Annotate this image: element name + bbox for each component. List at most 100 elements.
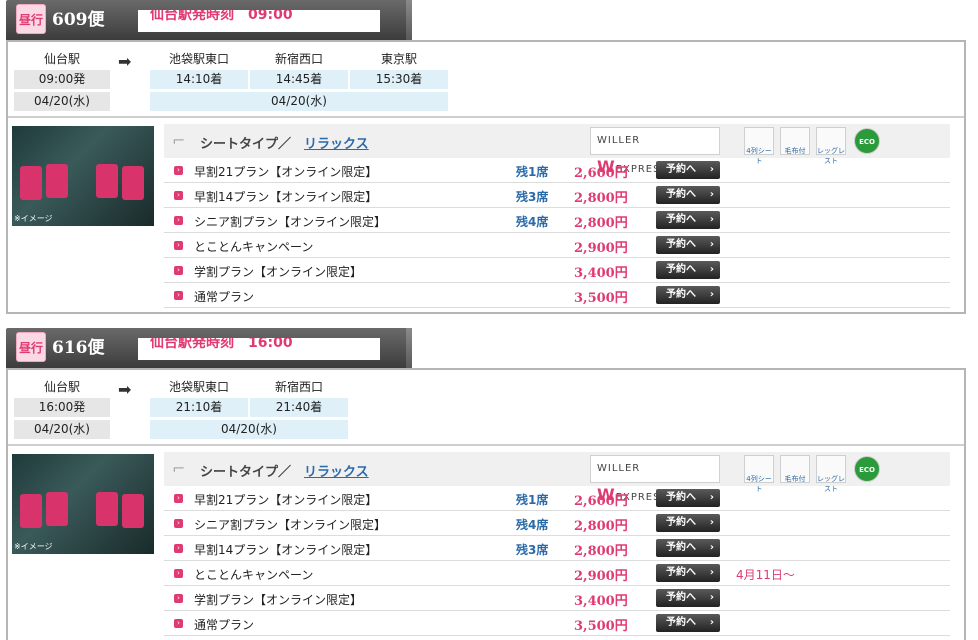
plan-name: 通常プラン bbox=[194, 618, 255, 632]
seat-type-label: シートタイプ／ bbox=[200, 137, 292, 152]
block-header: 昼行 609便 仙台駅発時刻 09:00 bbox=[6, 0, 412, 40]
blanket-icon: 毛布付 bbox=[780, 455, 810, 483]
stop-time: 14:45着 bbox=[250, 70, 348, 89]
flight-number: 609便 bbox=[52, 10, 105, 30]
seat-graphic bbox=[20, 494, 42, 528]
plan-price: 2,900円 bbox=[574, 241, 628, 256]
plan-price: 3,400円 bbox=[574, 266, 628, 281]
block-body: 仙台駅 09:00発 04/20(水) ➡ 池袋駅東口 新宿西口 東京駅 14:… bbox=[6, 40, 966, 314]
reserve-button[interactable]: 予約へ bbox=[656, 489, 720, 507]
bus-interior-photo: ※イメージ bbox=[12, 454, 154, 554]
seat-graphic bbox=[46, 164, 68, 198]
reserve-button[interactable]: 予約へ bbox=[656, 589, 720, 607]
reserve-button[interactable]: 予約へ bbox=[656, 161, 720, 179]
destination-date: 04/20(水) bbox=[150, 92, 448, 111]
departure-time-label: 仙台駅発時刻 09:00 bbox=[138, 10, 380, 32]
plan-name: 学割プラン【オンライン限定】 bbox=[194, 593, 363, 607]
plan-name: 学割プラン【オンライン限定】 bbox=[194, 265, 363, 279]
bullet-arrow-icon: › bbox=[174, 519, 183, 528]
seat-icon: ⌐ bbox=[172, 459, 186, 478]
seats-remaining: 残3席 bbox=[516, 543, 549, 557]
reserve-button[interactable]: 予約へ bbox=[656, 211, 720, 229]
seat-graphic bbox=[122, 494, 144, 528]
plan-name: 通常プラン bbox=[194, 290, 255, 304]
arrow-right-icon: ➡ bbox=[118, 52, 132, 71]
bullet-arrow-icon: › bbox=[174, 266, 183, 275]
plan-name: シニア割プラン【オンライン限定】 bbox=[194, 215, 387, 229]
bullet-arrow-icon: › bbox=[174, 594, 183, 603]
origin-time: 16:00発 bbox=[14, 398, 110, 417]
schedule: 仙台駅 09:00発 04/20(水) ➡ 池袋駅東口 新宿西口 東京駅 14:… bbox=[8, 42, 964, 116]
bullet-arrow-icon: › bbox=[174, 569, 183, 578]
reserve-button[interactable]: 予約へ bbox=[656, 539, 720, 557]
plan-price: 2,900円 bbox=[574, 569, 628, 584]
seat-graphic bbox=[96, 164, 118, 198]
bus-interior-photo: ※イメージ bbox=[12, 126, 154, 226]
stop-time: 21:40着 bbox=[250, 398, 348, 417]
bullet-arrow-icon: › bbox=[174, 216, 183, 225]
schedule: 仙台駅 16:00発 04/20(水) ➡ 池袋駅東口 新宿西口 21:10着 … bbox=[8, 370, 964, 444]
plan-price: 2,600円 bbox=[574, 166, 628, 181]
bus-block-616: 昼行 616便 仙台駅発時刻 16:00 仙台駅 16:00発 04/20(水)… bbox=[6, 328, 966, 640]
legrest-icon: レッグレスト bbox=[816, 455, 846, 493]
bullet-arrow-icon: › bbox=[174, 494, 183, 503]
plan-row: › 早割14プラン【オンライン限定】 残3席 2,800円 予約へ bbox=[164, 183, 950, 208]
seat-icon: ⌐ bbox=[172, 131, 186, 150]
plan-row: › 早割21プラン【オンライン限定】 残1席 2,600円 予約へ bbox=[164, 158, 950, 183]
reserve-button[interactable]: 予約へ bbox=[656, 186, 720, 204]
plan-row: › シニア割プラン【オンライン限定】 残4席 2,800円 予約へ bbox=[164, 511, 950, 536]
bullet-arrow-icon: › bbox=[174, 619, 183, 628]
bullet-arrow-icon: › bbox=[174, 191, 183, 200]
bullet-arrow-icon: › bbox=[174, 291, 183, 300]
plan-name: 早割21プラン【オンライン限定】 bbox=[194, 165, 378, 179]
plan-price: 3,400円 bbox=[574, 594, 628, 609]
seat-type-label: シートタイプ／ bbox=[200, 465, 292, 480]
plan-price: 3,500円 bbox=[574, 291, 628, 306]
eco-icon: ECO bbox=[854, 128, 880, 154]
stop-name: 池袋駅東口 bbox=[168, 380, 229, 394]
reserve-button[interactable]: 予約へ bbox=[656, 236, 720, 254]
block-header: 昼行 616便 仙台駅発時刻 16:00 bbox=[6, 328, 412, 368]
blanket-icon: 毛布付 bbox=[780, 127, 810, 155]
plan-row: › とことんキャンペーン 2,900円 予約へ bbox=[164, 233, 950, 258]
legrest-icon: レッグレスト bbox=[816, 127, 846, 165]
reserve-button[interactable]: 予約へ bbox=[656, 261, 720, 279]
seat-graphic bbox=[122, 166, 144, 200]
willer-express-logo: WILLER WEXPRESS. bbox=[590, 127, 720, 176]
seats-remaining: 残3席 bbox=[516, 190, 549, 204]
campaign-start-note: 4月11日～ bbox=[736, 568, 795, 582]
arrow-right-icon: ➡ bbox=[118, 380, 132, 399]
plan-row: › 早割14プラン【オンライン限定】 残3席 2,800円 予約へ bbox=[164, 536, 950, 561]
stop-name: 東京駅 bbox=[380, 52, 417, 66]
reserve-button[interactable]: 予約へ bbox=[656, 286, 720, 304]
origin-date: 04/20(水) bbox=[14, 420, 110, 439]
stop-name: 池袋駅東口 bbox=[168, 52, 229, 66]
origin-time: 09:00発 bbox=[14, 70, 110, 89]
bullet-arrow-icon: › bbox=[174, 166, 183, 175]
plan-name: 早割14プラン【オンライン限定】 bbox=[194, 190, 378, 204]
seat-type-link[interactable]: リラックス bbox=[304, 461, 369, 480]
seat-type-bar: ⌐ シートタイプ／ リラックス WILLER WEXPRESS. 4列シート 毛… bbox=[164, 124, 950, 176]
seats-remaining: 残4席 bbox=[516, 215, 549, 229]
destination-date: 04/20(水) bbox=[150, 420, 348, 439]
seat-type-bar: ⌐ シートタイプ／ リラックス WILLER WEXPRESS. 4列シート 毛… bbox=[164, 452, 950, 504]
plan-price: 2,800円 bbox=[574, 544, 628, 559]
reserve-button[interactable]: 予約へ bbox=[656, 564, 720, 582]
bus-block-609: 昼行 609便 仙台駅発時刻 09:00 仙台駅 09:00発 04/20(水)… bbox=[6, 0, 966, 314]
plan-price: 2,800円 bbox=[574, 216, 628, 231]
plan-area: ※イメージ ⌐ シートタイプ／ リラックス WILLER WEXPRESS. 4… bbox=[8, 446, 964, 640]
bullet-arrow-icon: › bbox=[174, 544, 183, 553]
plan-price: 2,800円 bbox=[574, 191, 628, 206]
reserve-button[interactable]: 予約へ bbox=[656, 614, 720, 632]
seat-type-link[interactable]: リラックス bbox=[304, 133, 369, 152]
daytrip-badge: 昼行 bbox=[16, 332, 46, 362]
photo-caption: ※イメージ bbox=[14, 542, 53, 551]
stop-time: 14:10着 bbox=[150, 70, 248, 89]
stop-name: 新宿西口 bbox=[274, 380, 323, 394]
plan-price: 2,600円 bbox=[574, 494, 628, 509]
reserve-button[interactable]: 予約へ bbox=[656, 514, 720, 532]
plan-area: ※イメージ ⌐ シートタイプ／ リラックス WILLER WEXPRESS. 4… bbox=[8, 118, 964, 312]
plan-name: シニア割プラン【オンライン限定】 bbox=[194, 518, 387, 532]
plan-name: とことんキャンペーン bbox=[194, 240, 314, 254]
daytrip-badge: 昼行 bbox=[16, 4, 46, 34]
